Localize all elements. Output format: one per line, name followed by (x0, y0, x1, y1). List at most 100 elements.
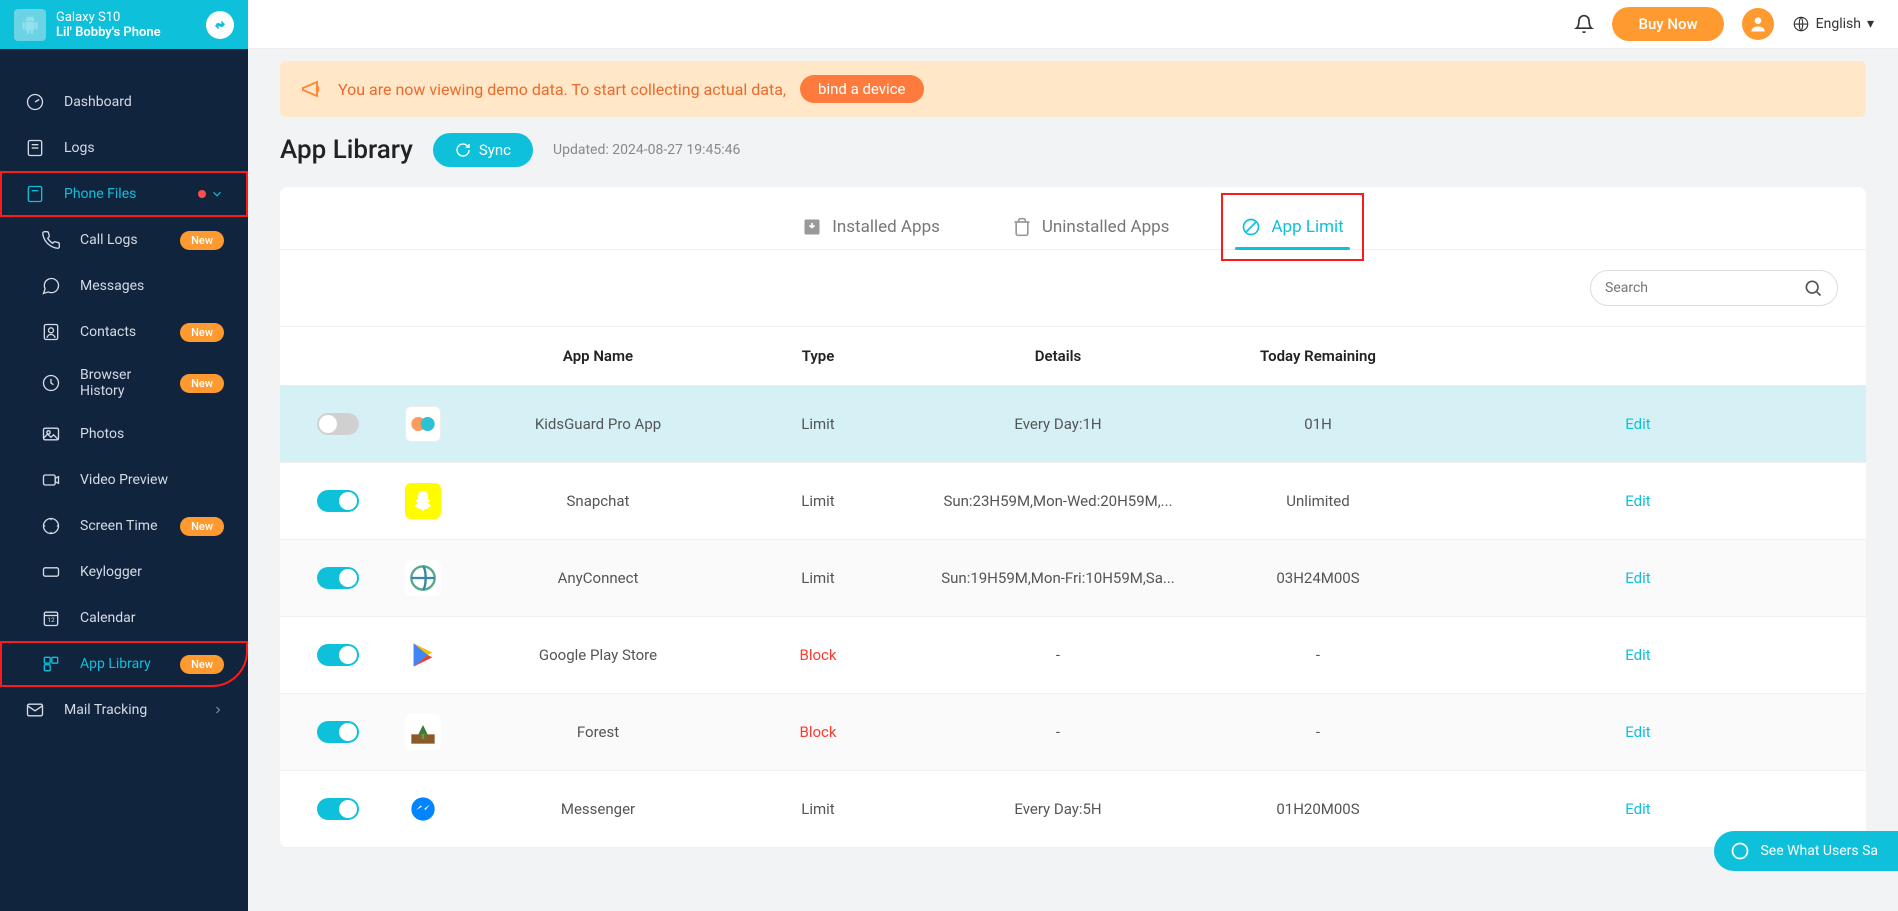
bind-device-button[interactable]: bind a device (800, 75, 923, 103)
messages-icon (40, 275, 62, 297)
app-remaining: 03H24M00S (1208, 569, 1428, 587)
toggle-switch[interactable] (317, 798, 359, 820)
globe-icon (1792, 15, 1810, 33)
sidebar-item-calendar[interactable]: 12 Calendar (0, 595, 248, 641)
nav-label: Logs (64, 140, 95, 156)
toggle-switch[interactable] (317, 567, 359, 589)
sidebar-item-browser-history[interactable]: Browser History New (0, 355, 248, 411)
app-icon (405, 483, 441, 519)
app-details: Every Day:5H (908, 800, 1208, 818)
photos-icon (40, 423, 62, 445)
files-icon (24, 183, 46, 205)
feedback-pill[interactable]: See What Users Sa (1714, 831, 1898, 871)
app-type: Limit (728, 569, 908, 587)
sidebar-item-video-preview[interactable]: Video Preview (0, 457, 248, 503)
android-icon (14, 9, 46, 41)
sidebar-item-messages[interactable]: Messages (0, 263, 248, 309)
app-details: Every Day:1H (908, 415, 1208, 433)
app-remaining: Unlimited (1208, 492, 1428, 510)
app-type: Limit (728, 492, 908, 510)
chevron-right-icon (212, 704, 224, 716)
app-type: Block (728, 723, 908, 741)
new-badge: New (180, 374, 224, 393)
table-head: App Name Type Details Today Remaining (280, 326, 1866, 386)
phone-icon (40, 229, 62, 251)
sidebar-item-mail-tracking[interactable]: Mail Tracking (0, 687, 248, 733)
sidebar-item-call-logs[interactable]: Call Logs New (0, 217, 248, 263)
tab-installed-apps[interactable]: Installed Apps (796, 205, 946, 249)
app-type: Limit (728, 415, 908, 433)
nav-label: Screen Time (80, 518, 162, 534)
app-details: Sun:23H59M,Mon-Wed:20H59M,... (908, 492, 1208, 510)
content: You are now viewing demo data. To start … (248, 49, 1898, 911)
column-app-name: App Name (468, 347, 728, 365)
app-remaining: - (1208, 646, 1428, 664)
sidebar-item-photos[interactable]: Photos (0, 411, 248, 457)
new-badge: New (180, 323, 224, 342)
table-row: Forest Block - - Edit (280, 694, 1866, 771)
toggle-switch[interactable] (317, 644, 359, 666)
nav-label: Mail Tracking (64, 702, 147, 718)
swap-icon[interactable] (206, 11, 234, 39)
bell-icon[interactable] (1574, 14, 1594, 34)
sync-icon (455, 142, 471, 158)
app-type: Block (728, 646, 908, 664)
page-title: App Library (280, 135, 413, 165)
logs-icon (24, 137, 46, 159)
tab-uninstalled-apps[interactable]: Uninstalled Apps (1006, 205, 1176, 249)
demo-banner: You are now viewing demo data. To start … (280, 61, 1866, 117)
app-icon (405, 791, 441, 827)
table-row: Snapchat Limit Sun:23H59M,Mon-Wed:20H59M… (280, 463, 1866, 540)
tab-label: Installed Apps (832, 217, 940, 237)
table-row: Messenger Limit Every Day:5H 01H20M00S E… (280, 771, 1866, 848)
app-name: AnyConnect (468, 569, 728, 587)
sync-button[interactable]: Sync (433, 133, 533, 167)
toggle-switch[interactable] (317, 721, 359, 743)
language-selector[interactable]: English ▾ (1792, 15, 1874, 33)
sidebar-item-phone-files[interactable]: Phone Files (0, 171, 248, 217)
new-badge: New (180, 655, 224, 674)
search-input[interactable] (1605, 280, 1795, 296)
app-remaining: 01H20M00S (1208, 800, 1428, 818)
card: Installed Apps Uninstalled Apps App Limi… (280, 187, 1866, 848)
toggle-switch[interactable] (317, 490, 359, 512)
sidebar-item-keylogger[interactable]: Keylogger (0, 549, 248, 595)
sidebar-item-screen-time[interactable]: Screen Time New (0, 503, 248, 549)
device-owner: Lil' Bobby's Phone (56, 25, 196, 40)
app-details: - (908, 723, 1208, 741)
feedback-label: See What Users Sa (1760, 843, 1878, 859)
nav-label: Photos (80, 426, 124, 442)
app-details: - (908, 646, 1208, 664)
app-icon (405, 714, 441, 750)
edit-link[interactable]: Edit (1625, 646, 1650, 664)
buy-now-button[interactable]: Buy Now (1612, 7, 1723, 41)
edit-link[interactable]: Edit (1625, 800, 1650, 818)
app-name: Forest (468, 723, 728, 741)
chat-icon (1730, 841, 1750, 861)
device-header[interactable]: Galaxy S10 Lil' Bobby's Phone (0, 0, 248, 49)
tab-app-limit[interactable]: App Limit (1235, 205, 1349, 249)
notification-dot (198, 190, 206, 198)
main: Buy Now English ▾ You are now viewing de… (248, 0, 1898, 911)
sidebar-item-contacts[interactable]: Contacts New (0, 309, 248, 355)
search-icon (1803, 278, 1823, 298)
edit-link[interactable]: Edit (1625, 569, 1650, 587)
app-type: Limit (728, 800, 908, 818)
edit-link[interactable]: Edit (1625, 723, 1650, 741)
sidebar-item-app-library[interactable]: App Library New (0, 641, 248, 687)
sidebar-item-logs[interactable]: Logs (0, 125, 248, 171)
megaphone-icon (300, 77, 324, 101)
screen-time-icon (40, 515, 62, 537)
edit-link[interactable]: Edit (1625, 415, 1650, 433)
new-badge: New (180, 517, 224, 536)
edit-link[interactable]: Edit (1625, 492, 1650, 510)
device-model: Galaxy S10 (56, 10, 196, 25)
app-icon (405, 637, 441, 673)
table-row: Google Play Store Block - - Edit (280, 617, 1866, 694)
sidebar-item-dashboard[interactable]: Dashboard (0, 79, 248, 125)
sidebar: Galaxy S10 Lil' Bobby's Phone Dashboard … (0, 0, 248, 911)
search-box[interactable] (1590, 270, 1838, 306)
app-icon (405, 560, 441, 596)
toggle-switch[interactable] (317, 413, 359, 435)
avatar[interactable] (1742, 8, 1774, 40)
